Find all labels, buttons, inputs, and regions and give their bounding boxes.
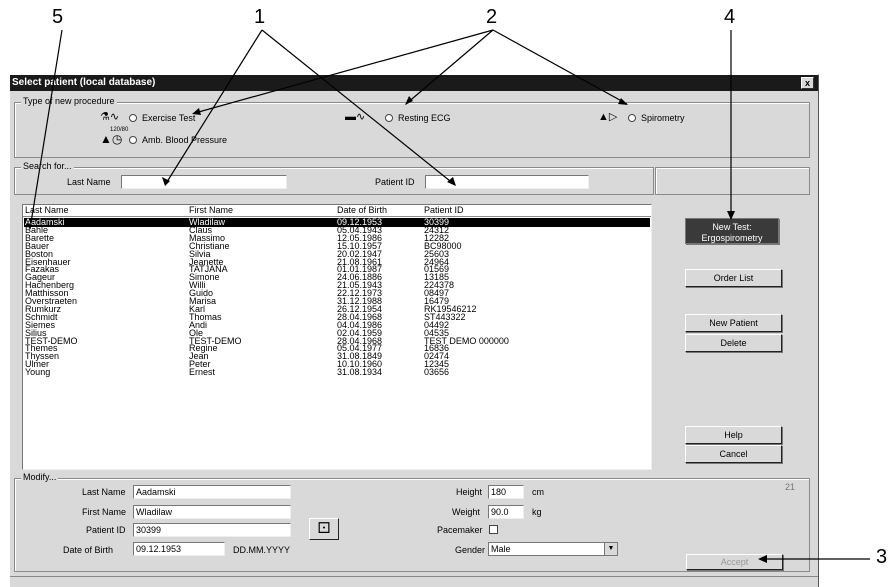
resting-ecg-icon: ▬∿ bbox=[345, 111, 366, 123]
weight-input[interactable]: 90.0 bbox=[488, 505, 524, 519]
blood-pressure-icon-text: 120/80 bbox=[110, 127, 129, 133]
patient-list[interactable]: Last Name First Name Date of Birth Patie… bbox=[22, 204, 652, 470]
pacemaker-label: Pacemaker bbox=[437, 525, 483, 535]
procedure-group: Type of new procedure ⚗∿ Exercise Test ▬… bbox=[14, 96, 810, 158]
modify-dob-format: DD.MM.YYYY bbox=[233, 545, 291, 555]
modify-patient-id-input[interactable]: 30399 bbox=[133, 523, 291, 537]
callout-2: 2 bbox=[486, 6, 498, 28]
new-test-line1: New Test: bbox=[712, 222, 752, 232]
new-test-line2: Ergospirometry bbox=[701, 233, 763, 243]
resting-ecg-radio[interactable] bbox=[385, 114, 393, 122]
cell-patient-id: 03656 bbox=[424, 367, 450, 378]
callout-4: 4 bbox=[724, 6, 736, 28]
pacemaker-checkbox[interactable] bbox=[489, 525, 498, 534]
order-list-button[interactable]: Order List bbox=[685, 269, 782, 287]
help-button[interactable]: Help bbox=[685, 426, 782, 444]
height-input[interactable]: 180 bbox=[488, 485, 524, 499]
procedure-group-label: Type of new procedure bbox=[21, 96, 117, 106]
select-patient-dialog: Select patient (local database) x Type o… bbox=[9, 74, 819, 587]
callout-1: 1 bbox=[254, 6, 266, 28]
modify-last-name-label: Last Name bbox=[82, 487, 126, 497]
search-patient-id-input[interactable] bbox=[425, 175, 589, 189]
spirometry-icon: ▲▷ bbox=[598, 111, 618, 123]
chevron-down-icon[interactable]: ▼ bbox=[604, 543, 617, 555]
horizontal-scrollbar[interactable] bbox=[10, 576, 818, 587]
modify-dob-input[interactable]: 09.12.1953 bbox=[133, 542, 225, 556]
table-row[interactable]: Young Ernest 31.08.1934 03656 bbox=[24, 368, 650, 377]
spirometry-label: Spirometry bbox=[641, 113, 685, 123]
modify-counter: 21 bbox=[785, 482, 796, 492]
spirometry-radio[interactable] bbox=[628, 114, 636, 122]
new-patient-button[interactable]: New Patient bbox=[685, 314, 782, 332]
gender-label: Gender bbox=[455, 545, 486, 555]
exercise-test-label: Exercise Test bbox=[142, 113, 196, 123]
modify-first-name-input[interactable]: Wladilaw bbox=[133, 505, 291, 519]
modify-group-label: Modify... bbox=[21, 472, 59, 482]
modify-first-name-label: First Name bbox=[82, 507, 127, 517]
title-bar: Select patient (local database) x bbox=[10, 75, 818, 91]
modify-dob-label: Date of Birth bbox=[63, 545, 114, 555]
gender-value: Male bbox=[491, 544, 511, 554]
modify-last-name-input[interactable]: Aadamski bbox=[133, 485, 291, 499]
height-label: Height bbox=[456, 487, 483, 497]
delete-button[interactable]: Delete bbox=[685, 334, 782, 352]
cell-dob: 31.08.1934 bbox=[337, 367, 383, 378]
modify-group: Modify... 21 Last Name Aadamski First Na… bbox=[14, 472, 810, 572]
exercise-test-radio[interactable] bbox=[129, 114, 137, 122]
col-dob[interactable]: Date of Birth bbox=[337, 205, 387, 215]
dice-icon[interactable]: ⚀ bbox=[309, 518, 339, 540]
search-group-label: Search for... bbox=[21, 161, 74, 171]
col-last-name[interactable]: Last Name bbox=[25, 205, 69, 215]
search-patient-id-label: Patient ID bbox=[375, 177, 415, 187]
callout-3: 3 bbox=[876, 546, 888, 568]
close-button[interactable]: x bbox=[801, 77, 814, 89]
accept-button[interactable]: Accept bbox=[686, 554, 783, 570]
height-unit: cm bbox=[532, 487, 544, 497]
col-patient-id[interactable]: Patient ID bbox=[424, 205, 464, 215]
search-group: Search for... Last Name Patient ID bbox=[14, 161, 654, 195]
modify-patient-id-label: Patient ID bbox=[86, 525, 126, 535]
col-first-name[interactable]: First Name bbox=[189, 205, 233, 215]
amb-blood-pressure-radio[interactable] bbox=[129, 136, 137, 144]
patient-list-header: Last Name First Name Date of Birth Patie… bbox=[23, 205, 651, 217]
search-group-right bbox=[655, 167, 810, 195]
cell-first-name: Ernest bbox=[189, 367, 216, 378]
new-test-button[interactable]: New Test: Ergospirometry bbox=[685, 218, 779, 244]
cell-last-name: Young bbox=[25, 367, 51, 378]
search-last-name-input[interactable] bbox=[121, 175, 287, 189]
blood-pressure-icon: ▲◷ bbox=[100, 132, 123, 146]
cancel-button[interactable]: Cancel bbox=[685, 445, 782, 463]
window-title: Select patient (local database) bbox=[12, 77, 156, 88]
search-last-name-label: Last Name bbox=[67, 177, 111, 187]
amb-blood-pressure-label: Amb. Blood Pressure bbox=[142, 135, 228, 145]
callout-5: 5 bbox=[52, 6, 64, 28]
gender-select[interactable]: Male ▼ bbox=[488, 542, 618, 556]
exercise-ecg-icon: ⚗∿ bbox=[100, 111, 120, 123]
resting-ecg-label: Resting ECG bbox=[398, 113, 451, 123]
weight-unit: kg bbox=[532, 507, 542, 517]
weight-label: Weight bbox=[452, 507, 480, 517]
